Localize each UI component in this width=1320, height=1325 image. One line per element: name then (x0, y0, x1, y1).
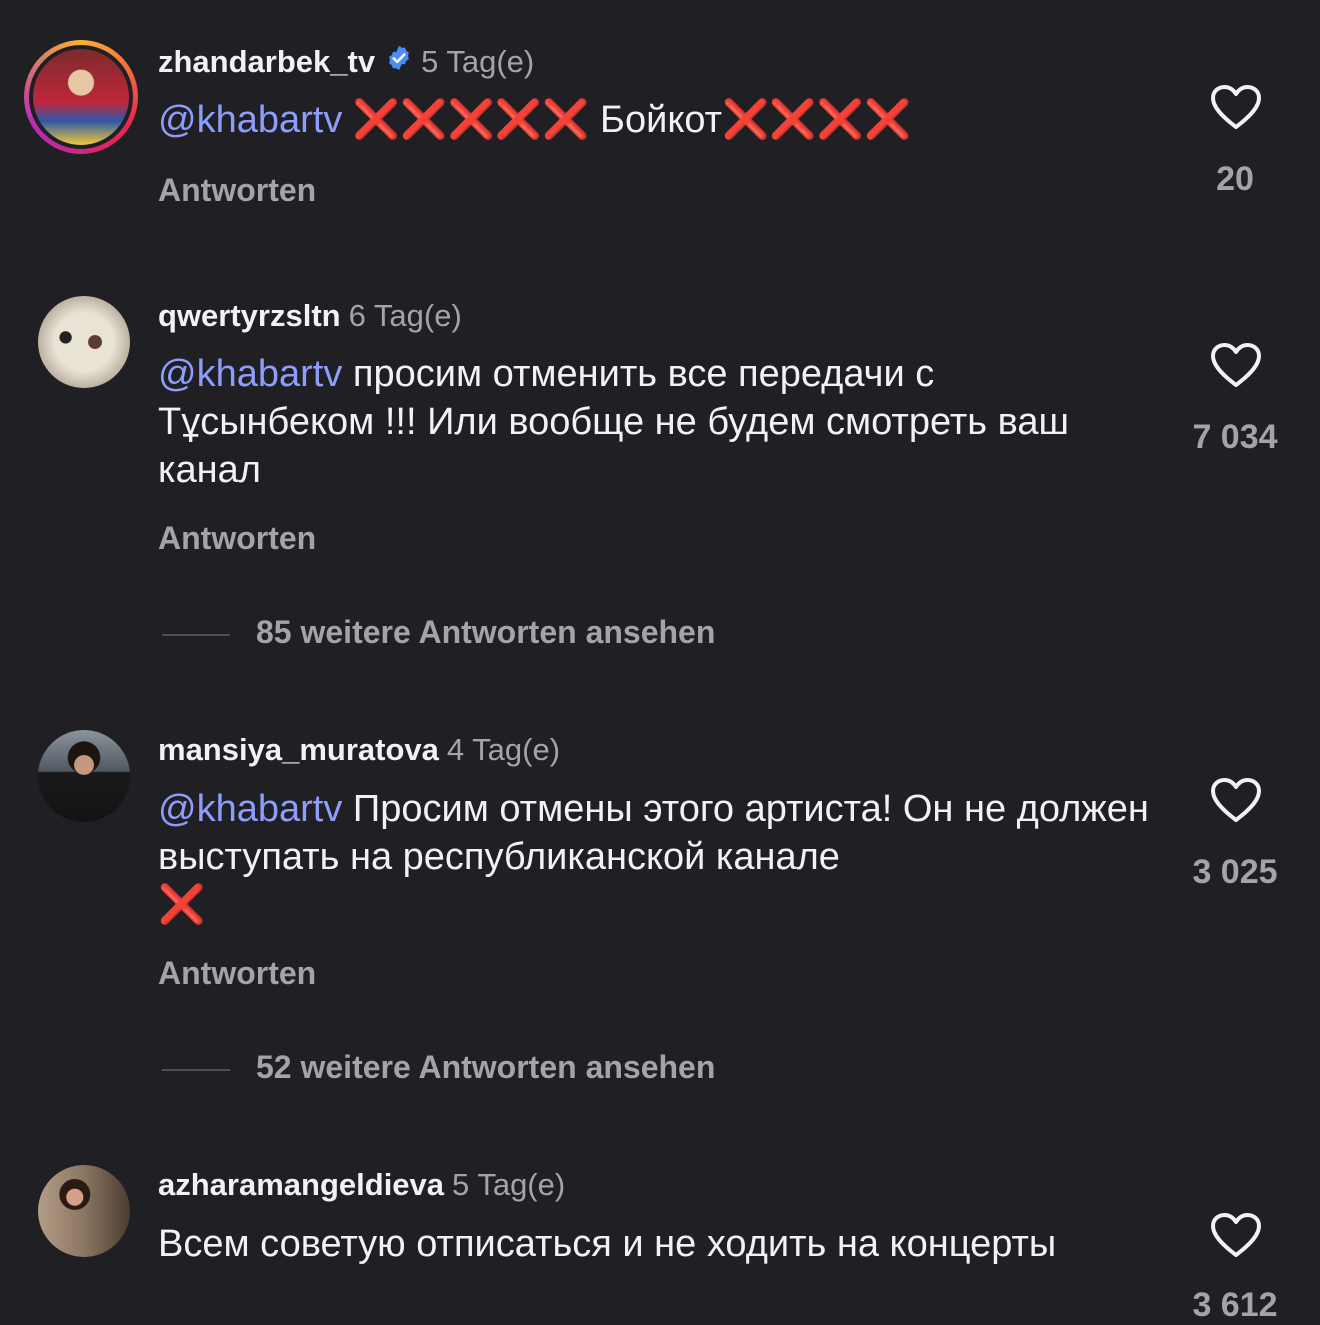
like-count: 3 025 (1192, 853, 1278, 891)
heart-outline-icon[interactable] (1210, 342, 1262, 388)
view-more-replies[interactable]: 52 weitere Antworten ansehen (162, 1049, 715, 1086)
comment-meta: mansiya_muratova 4 Tag(e) (158, 732, 560, 768)
like-count: 7 034 (1192, 418, 1278, 456)
avatar[interactable] (38, 296, 130, 388)
cross-mark-emoji: ❌ (158, 884, 206, 926)
comment-time: 4 Tag(e) (446, 732, 561, 767)
cross-mark-emoji: ❌❌❌❌ (722, 99, 912, 141)
username[interactable]: azharamangeldieva (158, 1167, 444, 1202)
like-count: 3 612 (1192, 1286, 1278, 1324)
divider-line (162, 633, 230, 636)
reply-button[interactable]: Antworten (158, 955, 316, 992)
mention-link[interactable]: @khabartv (158, 353, 342, 395)
heart-outline-icon[interactable] (1210, 777, 1262, 823)
username[interactable]: qwertyrzsltn (158, 298, 341, 333)
reply-button[interactable]: Antworten (158, 520, 316, 557)
heart-outline-icon[interactable] (1210, 1212, 1262, 1258)
like-count: 20 (1216, 160, 1254, 198)
reply-button[interactable]: Antworten (158, 172, 316, 209)
verified-badge-icon (385, 44, 413, 80)
avatar[interactable] (38, 1165, 130, 1257)
avatar[interactable] (24, 40, 138, 154)
view-more-replies-label: 52 weitere Antworten ansehen (256, 1049, 716, 1085)
mention-link[interactable]: @khabartv (158, 788, 342, 830)
comment-time: 5 Tag(e) (452, 1167, 566, 1202)
heart-outline-icon[interactable] (1210, 84, 1262, 130)
avatar-image (29, 45, 133, 149)
username[interactable]: zhandarbek_tv (158, 44, 375, 79)
comment-text: Всем советую отписаться и не ходить на к… (158, 1220, 1058, 1268)
comment-meta: zhandarbek_tv 5 Tag(e) (158, 44, 534, 80)
comment-time: 6 Tag(e) (348, 298, 462, 333)
view-more-replies[interactable]: 85 weitere Antworten ansehen (162, 614, 715, 651)
comment-body: Всем советую отписаться и не ходить на к… (158, 1223, 1057, 1265)
comment-text: @khabartv просим отменить все передачи с… (158, 350, 1158, 494)
comment-text: @khabartv ❌❌❌❌❌ Бойкот❌❌❌❌ (158, 96, 1158, 144)
divider-line (162, 1068, 230, 1071)
comment-time: 5 Tag(e) (421, 44, 535, 79)
view-more-replies-label: 85 weitere Antworten ansehen (256, 614, 716, 650)
mention-link[interactable]: @khabartv (158, 99, 342, 141)
comment-meta: qwertyrzsltn 6 Tag(e) (158, 298, 462, 334)
avatar[interactable] (38, 730, 130, 822)
comment-word: Бойкот (600, 99, 723, 141)
cross-mark-emoji: ❌❌❌❌❌ (342, 99, 601, 141)
comment-meta: azharamangeldieva 5 Tag(e) (158, 1167, 565, 1203)
comment-text: @khabartv Просим отмены этого артиста! О… (158, 785, 1158, 929)
username[interactable]: mansiya_muratova (158, 732, 439, 767)
